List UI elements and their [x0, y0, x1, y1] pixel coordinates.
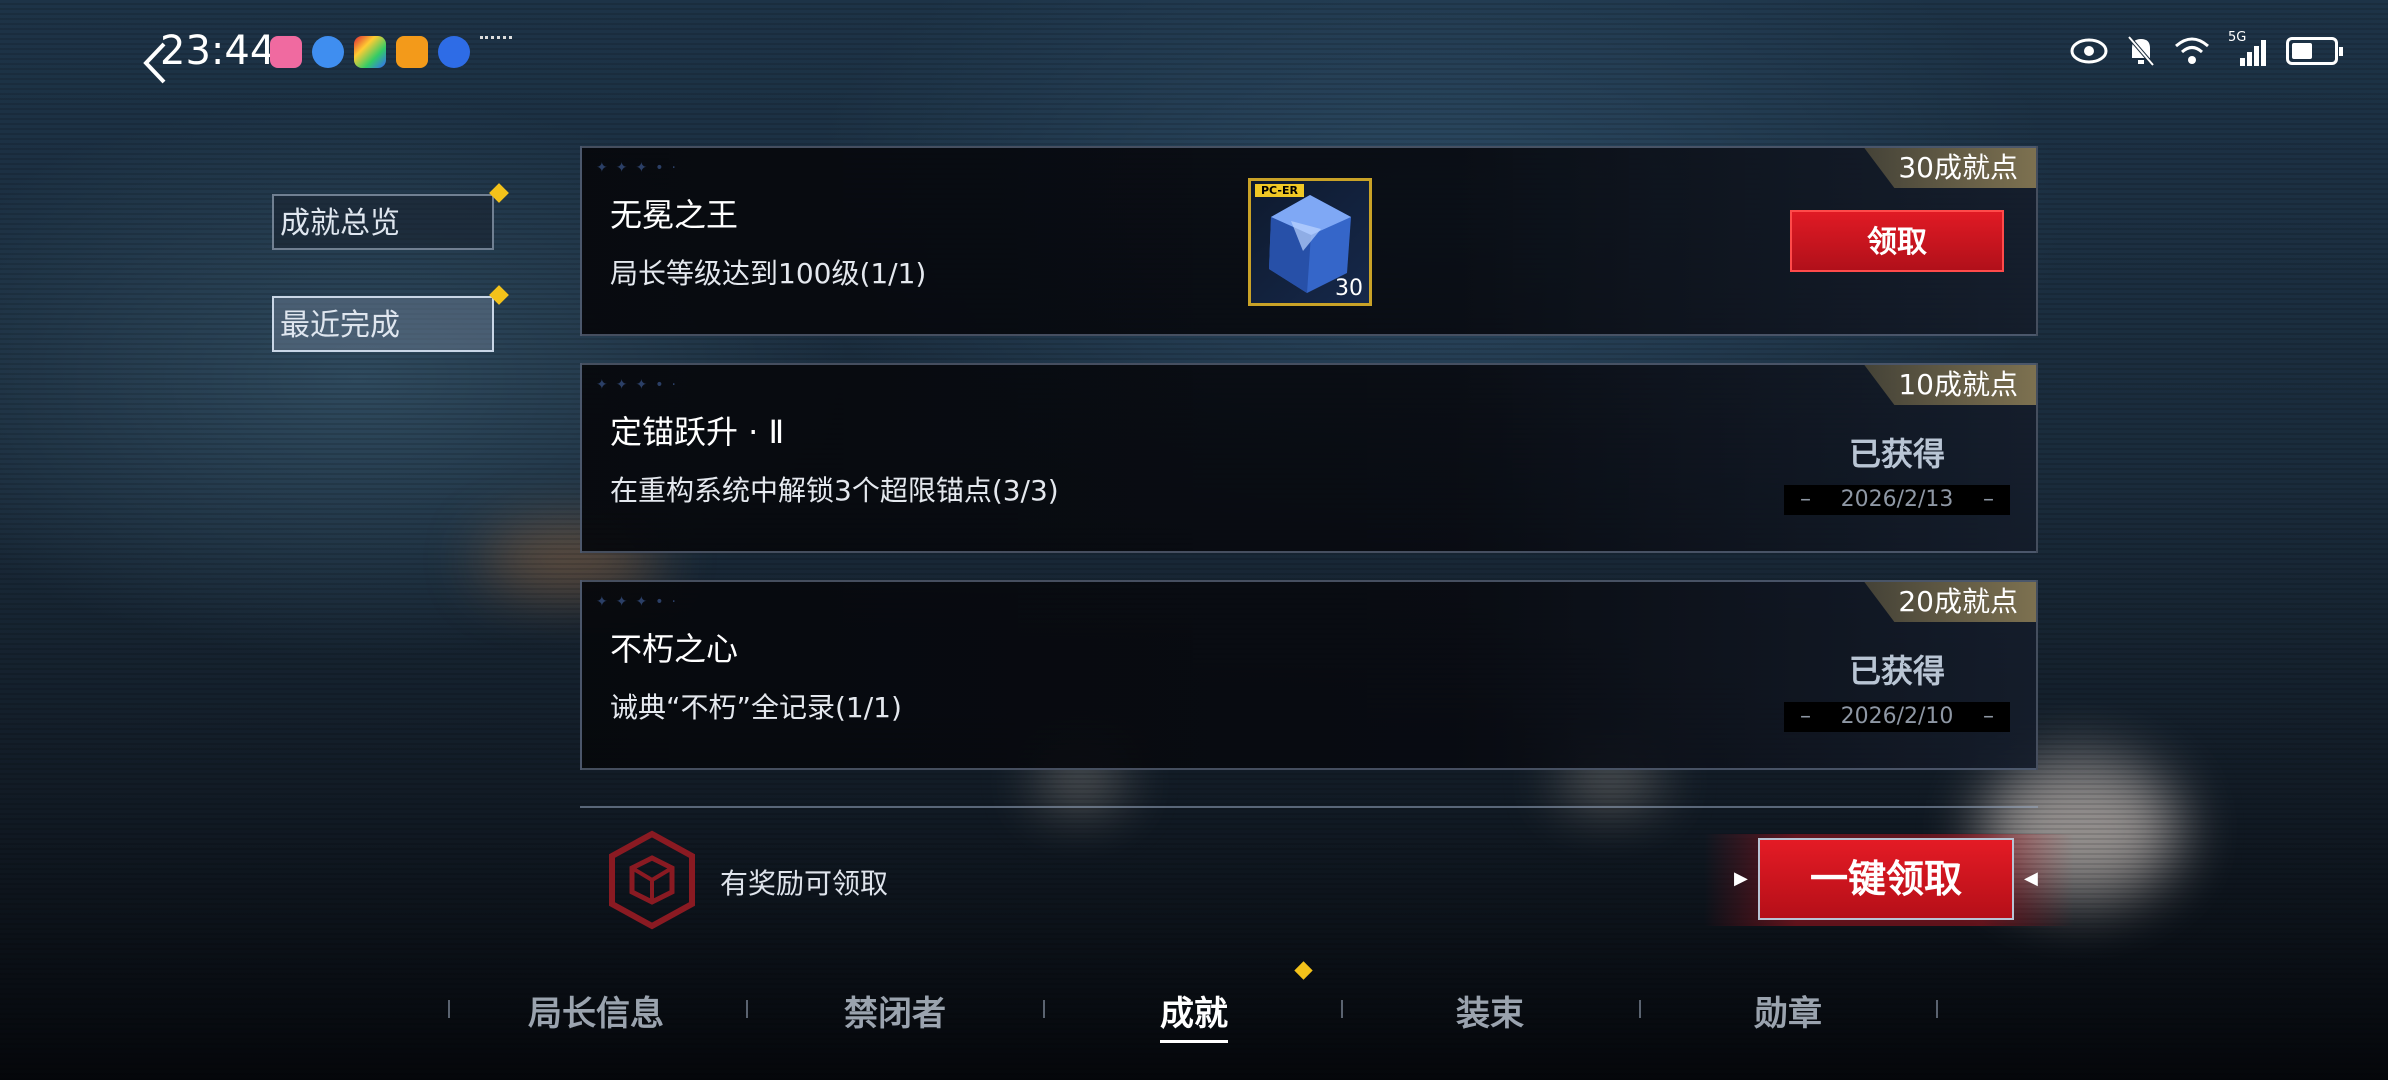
date-value: 2026/2/13 [1840, 487, 1954, 512]
decorative-dots: ✦✦✦•· [596, 594, 684, 610]
nav-separator [1341, 1000, 1343, 1018]
nav-separator [1043, 1000, 1045, 1018]
date-dash-right: – [1983, 704, 1994, 729]
reward-box-icon [609, 830, 695, 930]
nav-separator [746, 1000, 748, 1018]
app-icon [396, 36, 428, 68]
game-app-icon [354, 36, 386, 68]
obtained-date: – 2026/2/13 – [1784, 485, 2010, 515]
claim-all-button[interactable]: 一键领取 [1758, 838, 2014, 920]
achievement-title: 无冕之王 [610, 196, 739, 234]
cellular-signal-icon: 5G [2228, 30, 2268, 66]
date-dash-right: – [1983, 487, 1994, 512]
app-icon [312, 36, 344, 68]
status-bar: 23:44 5G [0, 0, 2388, 100]
tab-director-info[interactable]: 局长信息 [528, 986, 664, 1035]
bottom-nav: 局长信息 禁闭者 成就 装束 勋章 [0, 960, 2388, 1080]
obtained-status: 已获得 – 2026/2/10 – [1784, 646, 2010, 732]
eye-icon [2070, 38, 2108, 64]
decorative-dots: ✦✦✦•· [596, 377, 684, 393]
obtained-date: – 2026/2/10 – [1784, 702, 2010, 732]
arrow-right-icon: ▶ [1734, 868, 1748, 889]
more-icon [480, 36, 512, 71]
reward-quantity: 30 [1335, 276, 1363, 301]
achievement-card: ✦✦✦•· 无冕之王 局长等级达到100级(1/1) 30成就点 PC-ER 3… [580, 146, 2038, 336]
achievement-description: 在重构系统中解锁3个超限锚点(3/3) [610, 474, 1059, 507]
achievement-description: 诫典“不朽”全记录(1/1) [610, 691, 902, 724]
obtained-status: 已获得 – 2026/2/13 – [1784, 429, 2010, 515]
network-type-label: 5G [2228, 30, 2247, 45]
status-time: 23:44 [160, 28, 276, 74]
mute-bell-icon [2127, 35, 2155, 67]
system-status-icons: 5G [2070, 30, 2343, 68]
decorative-dots: ✦✦✦•· [596, 160, 684, 176]
new-badge-icon [489, 285, 509, 305]
tab-outfits[interactable]: 装束 [1456, 986, 1524, 1035]
new-badge-icon [1294, 961, 1313, 980]
date-dash-left: – [1800, 704, 1811, 729]
date-value: 2026/2/10 [1840, 704, 1954, 729]
achievement-card: ✦✦✦•· 不朽之心 诫典“不朽”全记录(1/1) 20成就点 已获得 – 20… [580, 580, 2038, 770]
bilibili-icon [270, 36, 302, 68]
notification-icons [270, 36, 512, 71]
obtained-label: 已获得 [1848, 652, 1945, 690]
battery-icon [2286, 37, 2343, 65]
reward-item[interactable]: PC-ER 30 [1248, 178, 1372, 306]
achievement-card: ✦✦✦•· 定锚跃升 · Ⅱ 在重构系统中解锁3个超限锚点(3/3) 10成就点… [580, 363, 2038, 553]
sidebar-item-overview[interactable]: 成就总览 [272, 183, 509, 250]
sidebar-item-recent[interactable]: 最近完成 [272, 285, 509, 352]
tab-medals[interactable]: 勋章 [1754, 986, 1822, 1035]
date-dash-left: – [1800, 487, 1811, 512]
active-tab-underline [1160, 1040, 1228, 1043]
wifi-icon [2175, 37, 2209, 64]
divider [580, 806, 2038, 808]
sidebar-item-label: 最近完成 [280, 308, 400, 343]
achievement-description: 局长等级达到100级(1/1) [610, 257, 927, 290]
tab-sinners[interactable]: 禁闭者 [844, 986, 946, 1035]
reward-hint-text: 有奖励可领取 [720, 867, 889, 900]
lightbulb-icon [438, 36, 470, 68]
arrow-left-icon: ◀ [2024, 868, 2038, 889]
achievement-points-badge: 30成就点 [1864, 148, 2036, 188]
claim-button[interactable]: 领取 [1790, 210, 2004, 272]
achievement-points-badge: 20成就点 [1864, 582, 2036, 622]
new-badge-icon [489, 183, 509, 203]
obtained-label: 已获得 [1848, 435, 1945, 473]
sidebar-item-label: 成就总览 [280, 206, 400, 241]
nav-separator [1639, 1000, 1641, 1018]
achievement-title: 定锚跃升 · Ⅱ [610, 413, 785, 451]
achievement-points-badge: 10成就点 [1864, 365, 2036, 405]
nav-separator [448, 1000, 450, 1018]
tab-achievements[interactable]: 成就 [1160, 986, 1228, 1043]
achievement-title: 不朽之心 [610, 630, 739, 668]
nav-separator [1936, 1000, 1938, 1018]
tab-label: 成就 [1160, 994, 1228, 1034]
